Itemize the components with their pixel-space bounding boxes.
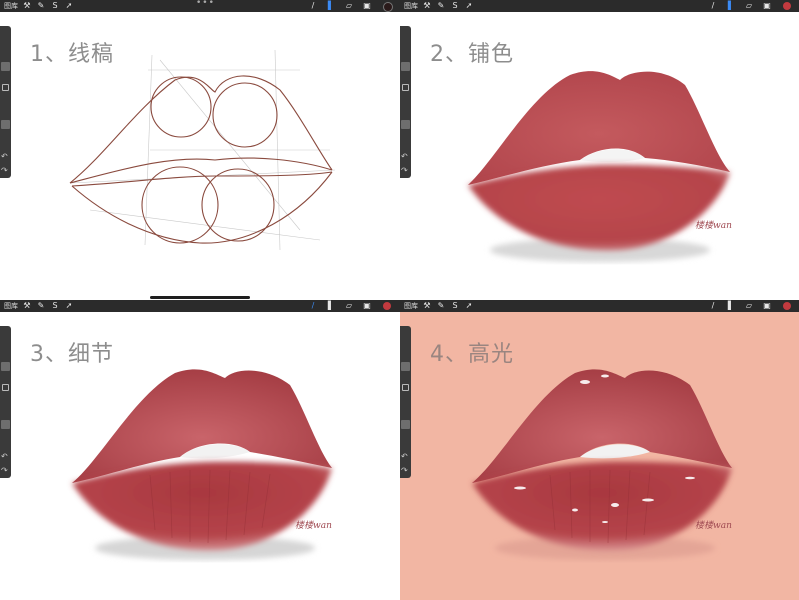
lip-sketch-drawing (69, 49, 336, 251)
lip-base-color-drawing (468, 71, 730, 262)
panel-details: 图库 ⚒ ✎ S ➚ / ▌ ▱ ▣ ↶ ↷ 3、细节 楼楼wan (0, 300, 400, 600)
home-indicator (150, 296, 250, 299)
artist-signature: 楼楼wan (695, 521, 732, 531)
lip-detail-drawing (72, 369, 332, 560)
panel-base-color: 图库 ⚒ ✎ S ➚ / ▌ ▱ ▣ ↶ ↷ 2、铺色 楼楼wan (400, 0, 799, 300)
artist-signature: 楼楼wan (695, 221, 732, 231)
artist-signature: 楼楼wan (295, 521, 332, 531)
panel-line-sketch: 图库 ⚒ ✎ S ➚ ••• / ▌ ▱ ▣ ↶ ↷ 1、线稿 (0, 0, 400, 300)
lip-highlight-drawing (472, 369, 732, 560)
panel-highlights: 图库 ⚒ ✎ S ➚ / ▌ ▱ ▣ ↶ ↷ 4、高光 楼楼wan (400, 300, 799, 600)
